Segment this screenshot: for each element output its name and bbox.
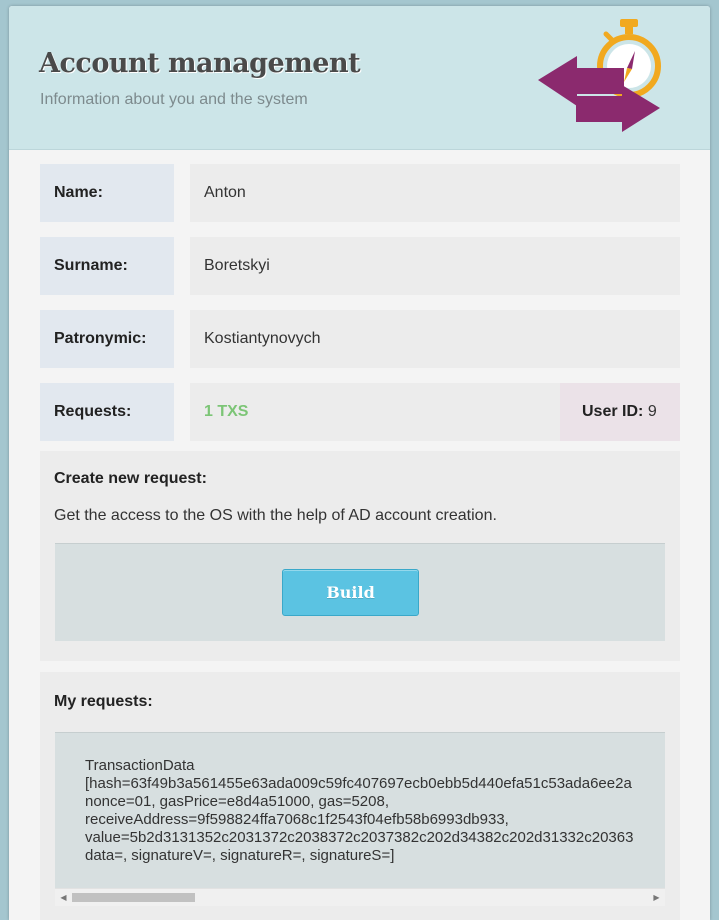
requests-count: 1 TXS	[204, 403, 249, 420]
account-page: Account management Information about you…	[9, 6, 710, 920]
user-id-cell: User ID: 9	[560, 383, 680, 441]
patronymic-row: Patronymic: Kostiantynovych	[40, 310, 680, 368]
name-label: Name:	[40, 164, 174, 222]
build-button[interactable]: Build	[282, 569, 419, 616]
page-title: Account management	[39, 48, 361, 79]
requests-row: Requests: 1 TXS User ID: 9	[40, 383, 680, 441]
create-request-title: Create new request:	[54, 470, 207, 487]
build-area: Build	[55, 543, 665, 641]
surname-row: Surname: Boretskyi	[40, 237, 680, 295]
transaction-line: nonce=01, gasPrice=e8d4a51000, gas=5208,	[85, 793, 390, 810]
transaction-line: data=, signatureV=, signatureR=, signatu…	[85, 847, 395, 864]
my-requests-title: My requests:	[54, 693, 153, 710]
page-subtitle: Information about you and the system	[40, 91, 308, 108]
create-request-panel: Create new request: Get the access to th…	[40, 451, 680, 661]
my-requests-panel: My requests: TransactionData [hash=63f49…	[40, 672, 680, 920]
surname-label: Surname:	[40, 237, 174, 295]
transaction-data-box[interactable]: TransactionData [hash=63f49b3a561455e63a…	[55, 732, 665, 906]
user-id-label: User ID:	[582, 403, 644, 420]
user-id-value: 9	[647, 403, 657, 420]
scrollbar-thumb[interactable]	[72, 893, 195, 902]
transaction-line: value=5b2d3131352c2031372c2038372c203738…	[85, 829, 634, 846]
create-request-description: Get the access to the OS with the help o…	[54, 507, 497, 524]
patronymic-label: Patronymic:	[40, 310, 174, 368]
page-header: Account management Information about you…	[9, 6, 710, 150]
name-row: Name: Anton	[40, 164, 680, 222]
transaction-data: TransactionData [hash=63f49b3a561455e63a…	[85, 757, 633, 865]
transaction-line: [hash=63f49b3a561455e63ada009c59fc407697…	[85, 775, 632, 792]
requests-label: Requests:	[40, 383, 174, 441]
horizontal-scrollbar[interactable]: ◀ ▶	[55, 888, 665, 906]
transaction-line: TransactionData	[85, 757, 195, 774]
scroll-left-arrow-icon[interactable]: ◀	[55, 889, 72, 906]
name-value: Anton	[190, 164, 680, 222]
patronymic-value: Kostiantynovych	[190, 310, 680, 368]
scroll-right-arrow-icon[interactable]: ▶	[648, 889, 665, 906]
surname-value: Boretskyi	[190, 237, 680, 295]
transaction-line: receiveAddress=9f598824ffa7068c1f2543f04…	[85, 811, 509, 828]
exchange-stopwatch-icon	[538, 19, 661, 132]
